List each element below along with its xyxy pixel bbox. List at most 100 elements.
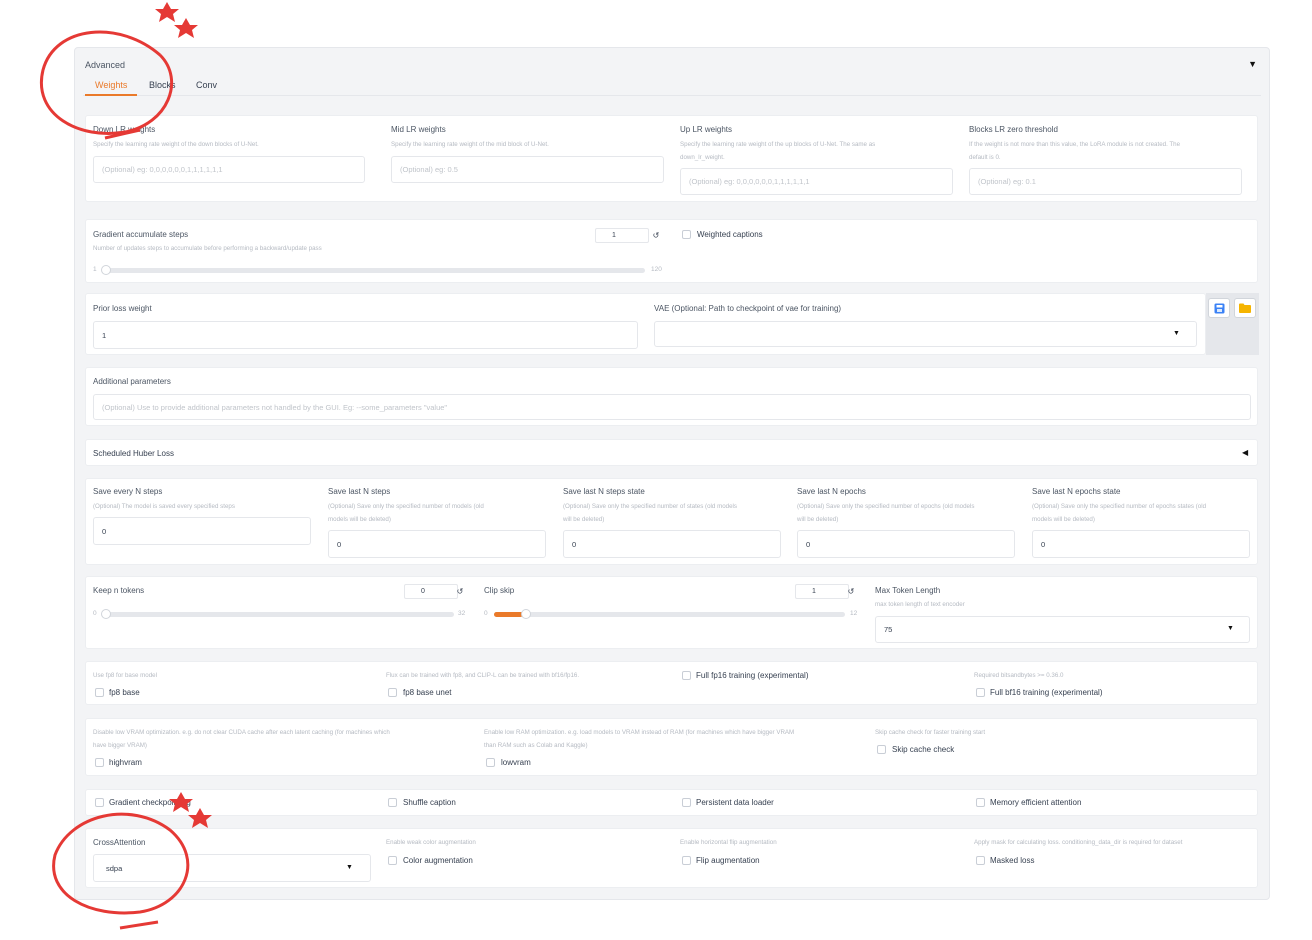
advanced-title[interactable]: Advanced xyxy=(85,60,125,70)
cross-attention-dropdown[interactable]: sdpa xyxy=(93,854,371,882)
save-last-epochs-label: Save last N epochs xyxy=(797,487,866,496)
keep-tokens-label: Keep n tokens xyxy=(93,586,145,595)
highvram-checkbox[interactable] xyxy=(95,758,104,767)
highvram-label: highvram xyxy=(109,758,142,767)
save-last-steps-state-input[interactable]: 0 xyxy=(563,530,781,558)
memory-efficient-checkbox[interactable] xyxy=(976,798,985,807)
clip-skip-max: 12 xyxy=(850,610,858,617)
precision-panel: Use fp8 for base model fp8 base Flux can… xyxy=(85,661,1258,705)
expand-icon[interactable]: ◀ xyxy=(1242,448,1248,457)
clip-skip-number[interactable]: 1 xyxy=(795,584,849,599)
fp8-base-label: fp8 base xyxy=(109,688,140,697)
up-lr-weights-input[interactable]: (Optional) eg: 0,0,0,0,0,0,1,1,1,1,1,1 xyxy=(680,168,953,195)
down-lr-weights-input[interactable]: (Optional) eg: 0,0,0,0,0,0,1,1,1,1,1,1 xyxy=(93,156,365,183)
gradient-checkpointing-checkbox[interactable] xyxy=(95,798,104,807)
keep-tokens-track xyxy=(103,612,454,617)
skip-cache-desc: Skip cache check for faster training sta… xyxy=(875,729,986,736)
full-fp16-label: Full fp16 training (experimental) xyxy=(696,671,809,680)
mid-lr-weights-desc: Specify the learning rate weight of the … xyxy=(391,141,549,148)
tab-weights[interactable]: Weights xyxy=(95,80,127,90)
skip-cache-checkbox[interactable] xyxy=(877,745,886,754)
chevron-down-icon[interactable]: ▼ xyxy=(346,864,353,871)
up-lr-weights-desc: Specify the learning rate weight of the … xyxy=(680,141,876,148)
save-last-epochs-desc-2: will be deleted) xyxy=(797,516,839,523)
chevron-down-icon[interactable]: ▼ xyxy=(1227,625,1234,632)
masked-loss-label: Masked loss xyxy=(990,856,1035,865)
highvram-desc: Disable low VRAM optimization. e.g. do n… xyxy=(93,729,390,736)
huber-loss-label: Scheduled Huber Loss xyxy=(93,449,174,458)
save-last-epochs-state-desc-2: models will be deleted) xyxy=(1032,516,1095,523)
save-last-steps-input[interactable]: 0 xyxy=(328,530,546,558)
tab-conv[interactable]: Conv xyxy=(196,80,217,90)
skip-cache-label: Skip cache check xyxy=(892,745,955,754)
fp8-base-unet-checkbox[interactable] xyxy=(388,688,397,697)
blocks-lr-zero-desc-2: default is 0. xyxy=(969,154,1001,161)
save-every-steps-input[interactable]: 0 xyxy=(93,517,311,545)
blocks-lr-zero-label: Blocks LR zero threshold xyxy=(969,125,1058,134)
full-fp16-checkbox[interactable] xyxy=(682,671,691,680)
flip-aug-checkbox[interactable] xyxy=(682,856,691,865)
huber-loss-accordion[interactable]: Scheduled Huber Loss ◀ xyxy=(85,439,1258,466)
grad-accum-number[interactable]: 1 xyxy=(595,228,649,243)
clip-skip-track xyxy=(494,612,845,617)
up-lr-weights-label: Up LR weights xyxy=(680,125,733,134)
tab-blocks[interactable]: Blocks xyxy=(149,80,176,90)
annotation-star-2 xyxy=(174,18,198,38)
prior-loss-input[interactable]: 1 xyxy=(93,321,638,349)
save-every-steps-desc: (Optional) The model is saved every spec… xyxy=(93,503,235,510)
grad-accum-label: Gradient accumulate steps xyxy=(93,230,189,239)
persistent-loader-label: Persistent data loader xyxy=(696,798,774,807)
keep-tokens-max: 32 xyxy=(458,610,466,617)
annotation-tail-crossattention xyxy=(119,920,159,930)
save-last-steps-desc-2: models will be deleted) xyxy=(328,516,391,523)
clip-skip-min: 0 xyxy=(484,610,488,617)
save-last-steps-state-desc-2: will be deleted) xyxy=(563,516,605,523)
full-bf16-desc: Required bitsandbytes >= 0.36.0 xyxy=(974,672,1064,679)
chevron-down-icon[interactable]: ▼ xyxy=(1173,330,1180,337)
weighted-captions-label: Weighted captions xyxy=(697,230,763,239)
folder-icon[interactable] xyxy=(1234,298,1256,318)
annotation-star-1 xyxy=(155,2,179,22)
grad-accum-slider-handle[interactable] xyxy=(101,265,111,275)
weighted-captions-checkbox[interactable] xyxy=(682,230,691,239)
save-icon[interactable] xyxy=(1208,298,1230,318)
reset-icon[interactable]: ↺ xyxy=(844,584,858,599)
save-last-epochs-state-input[interactable]: 0 xyxy=(1032,530,1250,558)
prior-vae-panel: Prior loss weight 1 VAE (Optional: Path … xyxy=(85,293,1206,355)
flip-aug-label: Flip augmentation xyxy=(696,856,760,865)
save-last-epochs-input[interactable]: 0 xyxy=(797,530,1015,558)
vae-dropdown[interactable] xyxy=(654,321,1197,347)
reset-icon[interactable]: ↺ xyxy=(649,228,663,243)
clip-skip-slider-handle[interactable] xyxy=(521,609,532,619)
fp8-base-checkbox[interactable] xyxy=(95,688,104,697)
blocks-lr-zero-input[interactable]: (Optional) eg: 0.1 xyxy=(969,168,1242,195)
grad-accum-min: 1 xyxy=(93,266,97,273)
keep-tokens-number[interactable]: 0 xyxy=(404,584,458,599)
shuffle-caption-label: Shuffle caption xyxy=(403,798,456,807)
shuffle-caption-checkbox[interactable] xyxy=(388,798,397,807)
masked-loss-checkbox[interactable] xyxy=(976,856,985,865)
keep-tokens-slider-handle[interactable] xyxy=(101,609,111,619)
full-bf16-checkbox[interactable] xyxy=(976,688,985,697)
grad-accum-track xyxy=(103,268,645,273)
save-last-epochs-state-label: Save last N epochs state xyxy=(1032,487,1121,496)
cross-attention-label: CrossAttention xyxy=(93,838,146,847)
lowvram-checkbox[interactable] xyxy=(486,758,495,767)
reset-icon[interactable]: ↺ xyxy=(453,584,467,599)
collapse-icon[interactable]: ▼ xyxy=(1248,59,1257,69)
additional-params-input[interactable]: (Optional) Use to provide additional par… xyxy=(93,394,1251,420)
blocks-lr-zero-desc: If the weight is not more than this valu… xyxy=(969,141,1181,148)
flip-aug-desc: Enable horizontal flip augmentation xyxy=(680,839,777,846)
prior-loss-label: Prior loss weight xyxy=(93,304,152,313)
max-token-length-label: Max Token Length xyxy=(875,586,941,595)
lowvram-desc: Enable low RAM optimization. e.g. load m… xyxy=(484,729,795,736)
persistent-loader-checkbox[interactable] xyxy=(682,798,691,807)
color-aug-checkbox[interactable] xyxy=(388,856,397,865)
masked-loss-desc: Apply mask for calculating loss. conditi… xyxy=(974,839,1183,846)
save-every-steps-label: Save every N steps xyxy=(93,487,163,496)
mid-lr-weights-input[interactable]: (Optional) eg: 0.5 xyxy=(391,156,664,183)
save-settings-panel: Save every N steps (Optional) The model … xyxy=(85,478,1258,565)
mid-lr-weights-label: Mid LR weights xyxy=(391,125,446,134)
vae-label: VAE (Optional: Path to checkpoint of vae… xyxy=(654,304,842,313)
max-token-length-dropdown[interactable]: 75 xyxy=(875,616,1250,643)
